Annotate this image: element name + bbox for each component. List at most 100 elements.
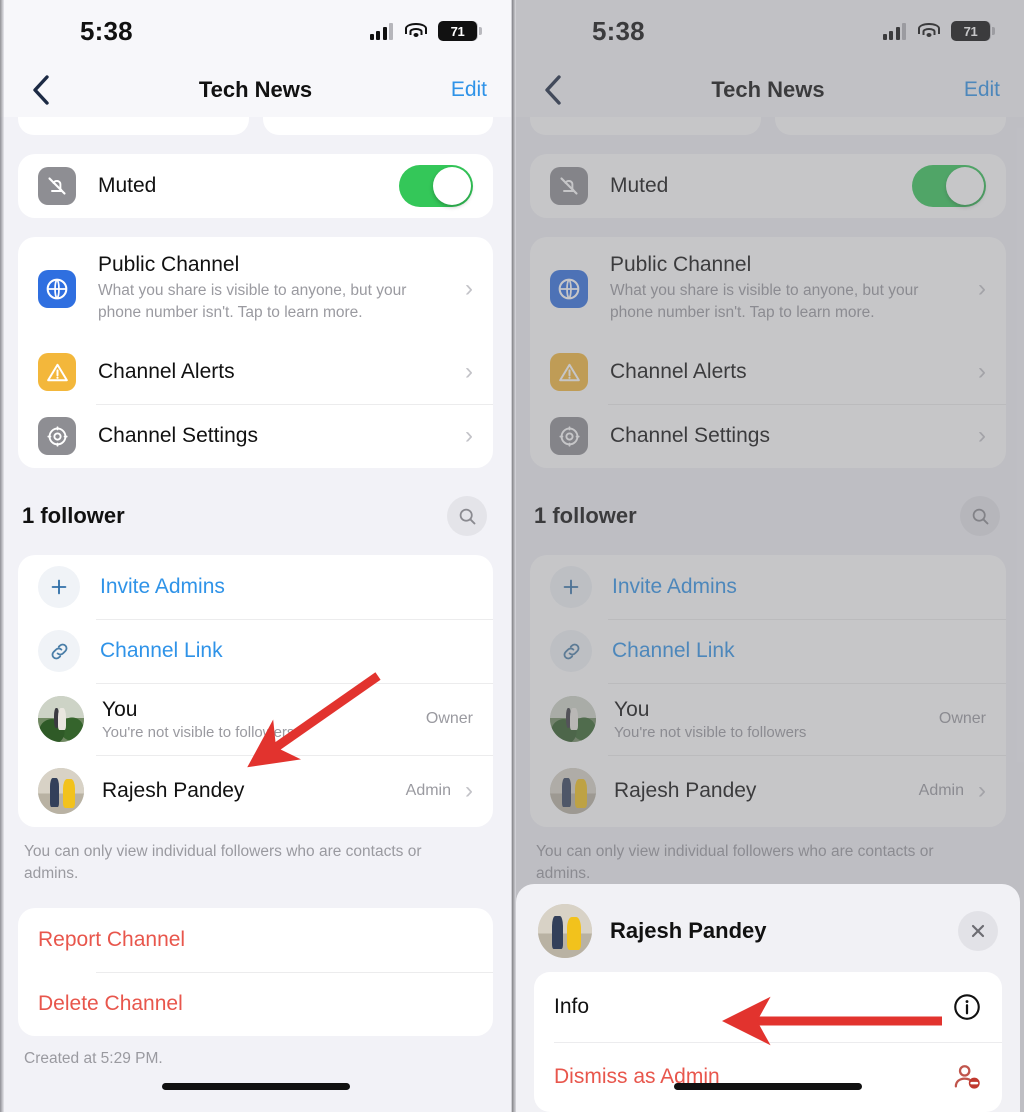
followers-footnote: You can only view individual followers w… (536, 843, 934, 883)
public-channel-title: Public Channel (98, 253, 240, 276)
search-followers-button[interactable] (960, 496, 1000, 536)
cellular-signal-icon (369, 22, 393, 40)
member-name: Rajesh Pandey (614, 779, 757, 802)
report-channel-label: Report Channel (38, 927, 186, 951)
link-icon (550, 630, 592, 672)
table-row[interactable]: You You're not visible to followers Owne… (18, 683, 493, 755)
globe-icon (38, 269, 76, 308)
muted-card: Muted (18, 154, 493, 218)
member-name: You (614, 697, 650, 721)
followers-section-header: 1 follower (18, 496, 493, 536)
action-info-label: Info (554, 995, 590, 1018)
invite-admins-label: Invite Admins (100, 575, 225, 598)
report-channel-row[interactable]: Report Channel (18, 908, 493, 972)
channel-link-row[interactable]: Channel Link (530, 619, 1006, 683)
delete-channel-label: Delete Channel (38, 991, 183, 1015)
status-bar-time: 5:38 (592, 15, 645, 46)
followers-count-title: 1 follower (22, 503, 125, 528)
channel-alerts-row[interactable]: Channel Alerts › (18, 340, 493, 404)
status-bar-indicators: 71 (369, 21, 482, 41)
followers-card: Invite Admins Channel Link You You're no… (530, 555, 1006, 827)
chevron-right-icon: › (465, 422, 473, 449)
close-icon (971, 924, 985, 938)
channel-settings-row[interactable]: Channel Settings › (18, 404, 493, 468)
channel-alerts-row[interactable]: Channel Alerts › (530, 340, 1006, 404)
status-badge: Owner (938, 710, 986, 727)
battery-icon: 71 (438, 21, 482, 41)
member-name: Rajesh Pandey (102, 779, 245, 802)
chevron-left-icon (545, 74, 561, 105)
device-edge (0, 0, 4, 1112)
avatar (550, 768, 596, 814)
created-timestamp: Created at 5:29 PM. (24, 1049, 163, 1067)
channel-settings-label: Channel Settings (610, 424, 770, 447)
status-bar: 5:38 71 (512, 0, 1024, 62)
table-row[interactable]: You You're not visible to followers Owne… (530, 683, 1006, 755)
channel-link-label: Channel Link (100, 639, 223, 662)
muted-toggle[interactable] (399, 165, 473, 207)
action-dismiss-admin-row[interactable]: Dismiss as Admin (534, 1042, 1002, 1112)
close-button[interactable] (958, 911, 998, 951)
followers-footnote: You can only view individual followers w… (24, 843, 422, 883)
status-badge: Owner (425, 710, 473, 727)
member-subtitle: You're not visible to followers (102, 723, 295, 741)
cellular-signal-icon (882, 22, 906, 40)
muted-label: Muted (610, 174, 669, 197)
channel-alerts-label: Channel Alerts (610, 360, 747, 383)
scrolled-cards-peek (530, 117, 1006, 135)
table-row[interactable]: Rajesh Pandey Admin › (18, 755, 493, 827)
member-action-sheet: Rajesh Pandey Info Dismiss as Admin (516, 884, 1020, 1112)
edit-button[interactable]: Edit (451, 78, 487, 102)
status-bar-indicators: 71 (882, 21, 995, 41)
globe-icon (550, 269, 588, 308)
public-channel-title: Public Channel (610, 253, 752, 276)
public-channel-row[interactable]: Public Channel What you share is visible… (530, 237, 1006, 340)
bell-slash-icon (550, 167, 588, 205)
back-button[interactable] (536, 73, 570, 107)
chevron-right-icon: › (978, 777, 986, 804)
followers-section-header: 1 follower (530, 496, 1006, 536)
chevron-right-icon: › (465, 358, 473, 385)
battery-level: 71 (450, 23, 465, 39)
home-indicator (161, 1083, 350, 1090)
gear-icon (38, 417, 76, 455)
device-edge (512, 0, 516, 1112)
muted-toggle[interactable] (912, 165, 986, 207)
channel-settings-label: Channel Settings (98, 424, 258, 447)
avatar (550, 696, 596, 742)
public-channel-subtitle: What you share is visible to anyone, but… (98, 282, 407, 321)
warning-triangle-icon (38, 353, 76, 391)
warning-triangle-icon (550, 353, 588, 391)
channel-link-label: Channel Link (612, 639, 735, 662)
phone-panel-left: 5:38 71 Tech News Edit Muted Public Chan… (0, 0, 512, 1112)
channel-link-row[interactable]: Channel Link (18, 619, 493, 683)
dual-screenshot-stage: 5:38 71 Tech News Edit Muted Public Chan… (0, 0, 1024, 1112)
public-channel-row[interactable]: Public Channel What you share is visible… (18, 237, 493, 340)
invite-admins-row[interactable]: Invite Admins (530, 555, 1006, 619)
chevron-right-icon: › (465, 777, 473, 804)
followers-count-title: 1 follower (534, 503, 637, 528)
chevron-right-icon: › (978, 358, 986, 385)
home-indicator (674, 1083, 862, 1090)
info-circle-icon (954, 994, 980, 1020)
gear-icon (550, 417, 588, 455)
edit-button[interactable]: Edit (964, 78, 1000, 102)
phone-panel-right: 5:38 71 Tech News Edit Muted Public Chan… (512, 0, 1024, 1112)
muted-row[interactable]: Muted (530, 154, 1006, 218)
avatar (38, 768, 84, 814)
channel-settings-row[interactable]: Channel Settings › (530, 404, 1006, 468)
table-row[interactable]: Rajesh Pandey Admin › (530, 755, 1006, 827)
delete-channel-row[interactable]: Delete Channel (18, 971, 493, 1036)
search-icon (459, 508, 475, 524)
link-icon (38, 630, 80, 672)
page-title: Tech News (198, 76, 313, 102)
channel-options-card: Public Channel What you share is visible… (18, 237, 493, 468)
invite-admins-row[interactable]: Invite Admins (18, 555, 493, 619)
search-followers-button[interactable] (447, 496, 487, 536)
action-info-row[interactable]: Info (534, 972, 1002, 1042)
muted-row[interactable]: Muted (18, 154, 493, 218)
action-sheet-header: Rajesh Pandey (534, 898, 1002, 972)
navigation-bar: Tech News Edit (0, 62, 511, 117)
scrolled-cards-peek (18, 117, 493, 135)
back-button[interactable] (24, 73, 58, 107)
